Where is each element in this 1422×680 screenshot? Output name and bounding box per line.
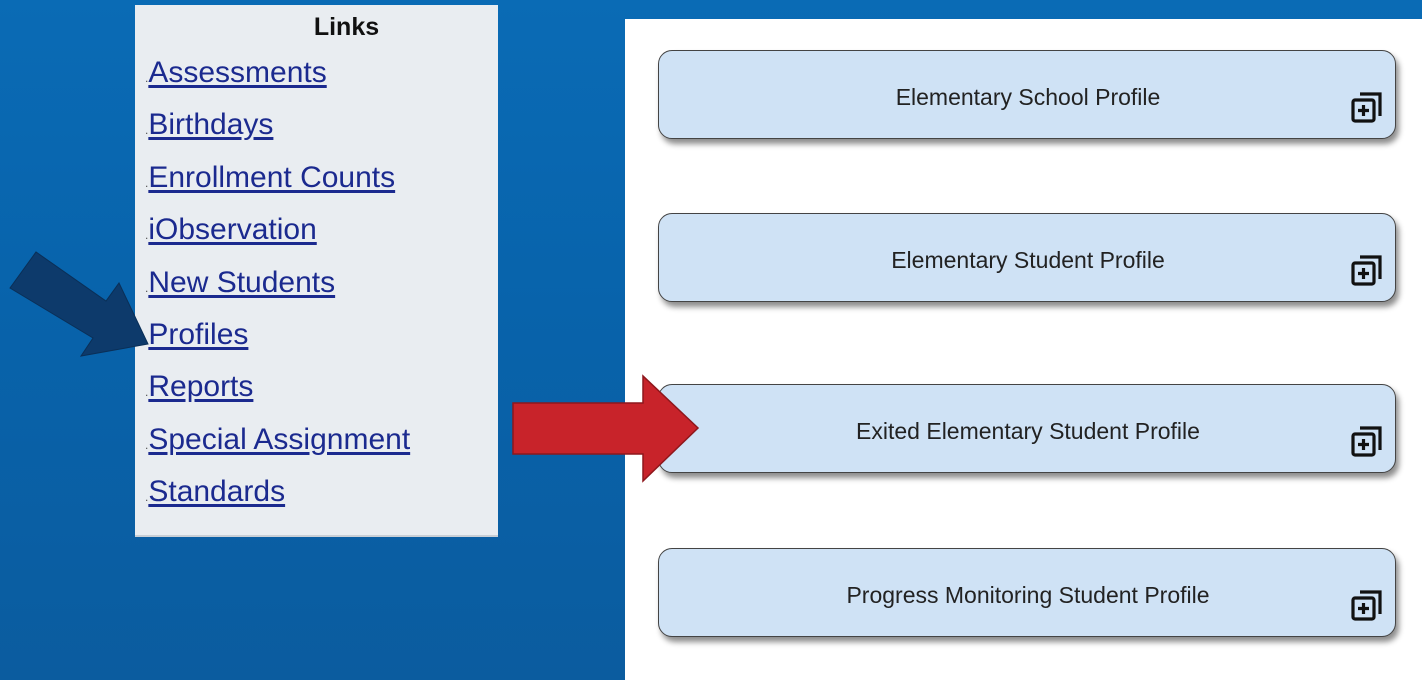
pointer-arrow-red-icon	[512, 374, 700, 483]
